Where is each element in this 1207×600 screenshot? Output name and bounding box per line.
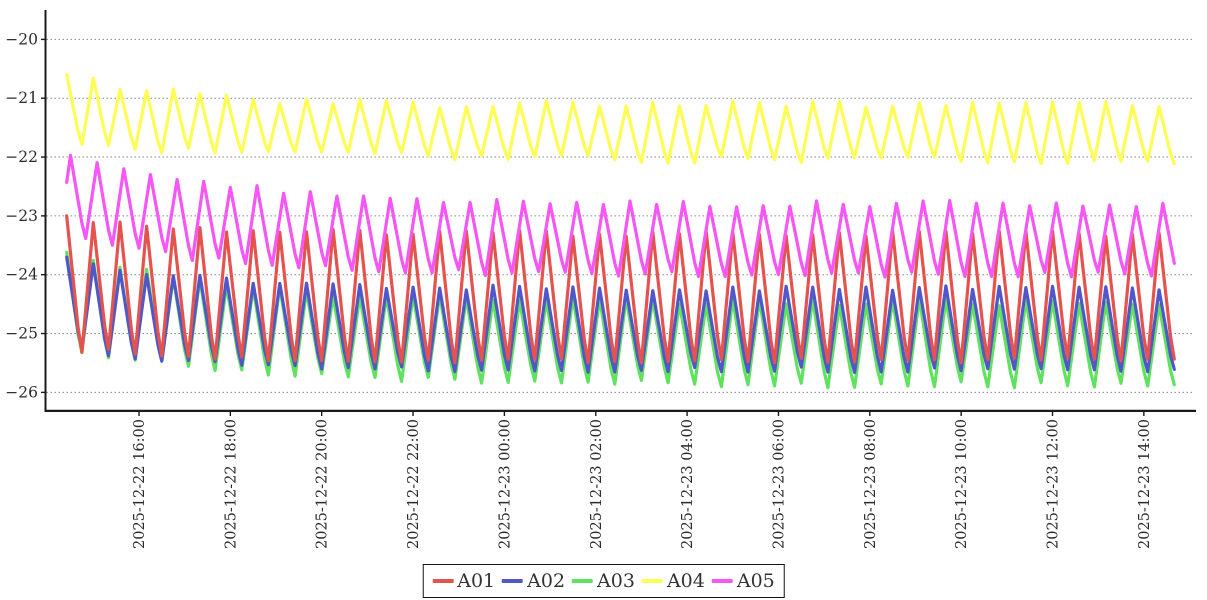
x-tick-label: 2025-12-23 14:00 [1137, 419, 1153, 549]
legend-item-a05: A05 [712, 570, 775, 592]
y-tick-label: −26 [5, 383, 38, 401]
legend-item-a02: A02 [502, 570, 565, 592]
x-tick-label: 2025-12-23 00:00 [497, 419, 513, 549]
chart-canvas: −20 −21 −22 −23 −24 −25 −26 2025-12-22 16:00 202… [0, 0, 1207, 600]
x-tick-label: 2025-12-23 06:00 [771, 419, 787, 549]
y-tick-label: −21 [5, 89, 38, 107]
y-tick-label: −23 [5, 207, 38, 225]
legend-swatch-a04 [642, 579, 663, 583]
legend-label-a03: A03 [597, 570, 635, 592]
legend-item-a03: A03 [572, 570, 635, 592]
legend-swatch-a02 [502, 579, 523, 583]
x-tick-label: 2025-12-22 20:00 [315, 419, 331, 549]
y-tick-label: −25 [5, 325, 38, 343]
x-tick-label: 2025-12-22 18:00 [223, 419, 239, 549]
plot-area: −20 −21 −22 −23 −24 −25 −26 2025-12-22 16:00 202… [0, 0, 1207, 600]
x-tick-label: 2025-12-23 12:00 [1046, 419, 1062, 549]
legend-label-a02: A02 [527, 570, 565, 592]
legend-item-a04: A04 [642, 570, 705, 592]
x-tick-label: 2025-12-22 22:00 [406, 419, 422, 549]
series-line-a04 [67, 75, 1175, 164]
series-line-a05 [67, 155, 1175, 277]
legend-label-a05: A05 [737, 570, 775, 592]
x-tick-label: 2025-12-23 08:00 [863, 419, 879, 549]
legend-swatch-a01 [432, 579, 453, 583]
legend-label-a04: A04 [667, 570, 705, 592]
y-tick-label: −24 [5, 266, 38, 284]
legend-swatch-a03 [572, 579, 593, 583]
y-tick-label: −20 [5, 30, 38, 48]
legend-item-a01: A01 [432, 570, 495, 592]
x-tick-label: 2025-12-23 04:00 [680, 419, 696, 549]
x-tick-label: 2025-12-23 02:00 [589, 419, 605, 549]
legend-label-a01: A01 [457, 570, 495, 592]
y-tick-label: −22 [5, 148, 38, 166]
legend: A01 A02 A03 A04 A05 [422, 564, 785, 598]
x-tick-label: 2025-12-22 16:00 [132, 419, 148, 549]
legend-swatch-a05 [712, 579, 733, 583]
x-tick-label: 2025-12-23 10:00 [954, 419, 970, 549]
